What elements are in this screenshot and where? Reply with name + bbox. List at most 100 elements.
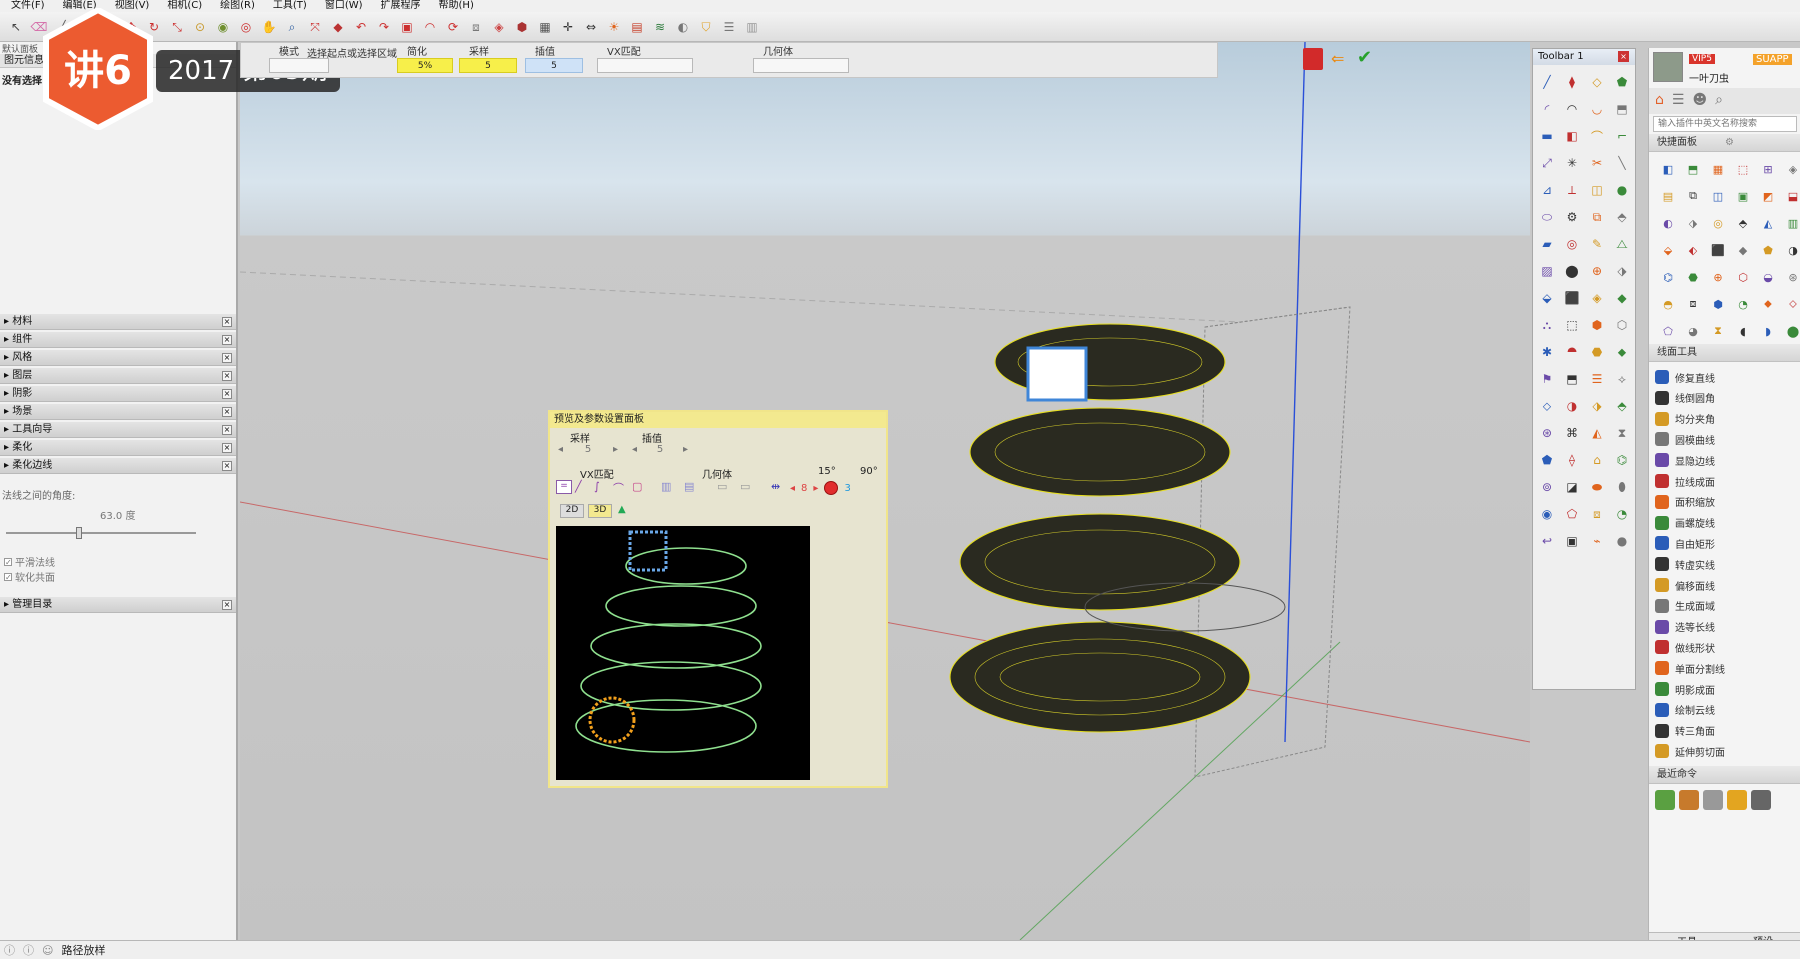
toolbar-1-tool-icon[interactable]: ⬙ xyxy=(1536,287,1558,309)
quick-plugin-icon[interactable]: ⬟ xyxy=(1757,239,1779,261)
tray-row[interactable]: ▸ 工具向导 × xyxy=(0,422,236,438)
line-icon[interactable]: ╱ xyxy=(575,480,591,494)
quick-plugin-icon[interactable]: ⊕ xyxy=(1707,266,1729,288)
axes-icon[interactable]: ✛ xyxy=(558,17,578,37)
plugin-tool-item[interactable]: 偏移面线 xyxy=(1655,574,1795,596)
expand-arrow-icon[interactable]: ▸ xyxy=(4,442,12,453)
close-icon[interactable]: × xyxy=(222,443,232,453)
menu-item[interactable]: 相机(C) xyxy=(158,0,211,12)
toolbar-1-tool-icon[interactable]: ⌐ xyxy=(1611,125,1633,147)
expand-arrow-icon[interactable]: ▸ xyxy=(4,388,12,399)
paint-bucket-icon[interactable]: ◉ xyxy=(213,17,233,37)
grid-b-icon[interactable]: ▤ xyxy=(684,480,704,494)
walk-icon[interactable]: ⇔ xyxy=(581,17,601,37)
gear-icon[interactable]: ⚙ xyxy=(1725,134,1734,152)
quick-plugin-icon[interactable]: ⬡ xyxy=(1732,266,1754,288)
toolbar-1-tool-icon[interactable]: ▣ xyxy=(1561,530,1583,552)
undo-icon[interactable]: ↶ xyxy=(351,17,371,37)
toolbar-1-tool-icon[interactable]: ◫ xyxy=(1586,179,1608,201)
grid-icon[interactable]: ▤ xyxy=(627,17,647,37)
quick-plugin-icon[interactable]: ⬥ xyxy=(1757,293,1779,315)
offset-icon[interactable]: ⧈ xyxy=(466,17,486,37)
expand-arrow-icon[interactable]: ▸ xyxy=(4,406,12,417)
toolbar-1-tool-icon[interactable]: ⚑ xyxy=(1536,368,1558,390)
quick-plugin-icon[interactable]: ▣ xyxy=(1732,185,1754,207)
recent-head[interactable]: 最近命令 xyxy=(1649,766,1800,784)
toolbar-1-tool-icon[interactable]: ⤢ xyxy=(1536,152,1558,174)
user-status-icon[interactable]: ☺ xyxy=(42,944,53,957)
toolbar-1-tool-icon[interactable]: ⟠ xyxy=(1561,449,1583,471)
stepper-left-icon[interactable]: ◂ xyxy=(558,444,563,458)
arc-icon[interactable]: ⌒ xyxy=(613,480,629,495)
orbit-icon[interactable]: ◎ xyxy=(236,17,256,37)
tray-row[interactable]: ▸ 风格 × xyxy=(0,350,236,366)
plugin-tool-item[interactable]: 转三角面 xyxy=(1655,720,1795,742)
quick-plugin-icon[interactable]: ⊞ xyxy=(1757,158,1779,180)
menu-item[interactable]: 窗口(W) xyxy=(316,0,372,12)
quick-plugin-icon[interactable]: ⬘ xyxy=(1732,212,1754,234)
toolbar-1-tool-icon[interactable]: ⌒ xyxy=(1586,125,1608,147)
toolbar-1-tool-icon[interactable]: ▰ xyxy=(1536,233,1558,255)
toolbar-1-tool-icon[interactable]: ⟡ xyxy=(1611,368,1633,390)
quick-plugin-icon[interactable]: ◧ xyxy=(1657,158,1679,180)
toolbar-1-tool-icon[interactable]: ⧗ xyxy=(1611,422,1633,444)
toolbar-1-tool-icon[interactable]: ⬘ xyxy=(1611,206,1633,228)
toolbar-1-tool-icon[interactable]: ⌘ xyxy=(1561,422,1583,444)
toolbar-1-tool-icon[interactable]: ⬭ xyxy=(1536,206,1558,228)
toolbar-1-tool-icon[interactable]: ⬠ xyxy=(1561,503,1583,525)
slider-thumb[interactable] xyxy=(76,527,82,539)
quick-plugin-icon[interactable]: ◫ xyxy=(1707,185,1729,207)
toolbar-1-tool-icon[interactable]: ⌂ xyxy=(1586,449,1608,471)
stepper-right-icon[interactable]: ▸ xyxy=(683,444,688,458)
quick-plugin-icon[interactable]: ⬠ xyxy=(1657,320,1679,342)
plugin-tool-item[interactable]: 面积缩放 xyxy=(1655,491,1795,513)
toolbar-1-tool-icon[interactable]: ⬗ xyxy=(1586,395,1608,417)
toolbar-1-tool-icon[interactable]: ◉ xyxy=(1536,503,1558,525)
toolbar-1-tool-icon[interactable]: ⬬ xyxy=(1586,476,1608,498)
quick-plugin-icon[interactable]: ◩ xyxy=(1757,185,1779,207)
quick-plugin-icon[interactable]: ⬖ xyxy=(1682,239,1704,261)
line-tools-head[interactable]: 线面工具 xyxy=(1649,344,1800,362)
quick-plugin-icon[interactable]: ◓ xyxy=(1657,293,1679,315)
toolbar-1-tool-icon[interactable]: ◜ xyxy=(1536,98,1558,120)
quick-plugin-icon[interactable]: ◕ xyxy=(1682,320,1704,342)
close-icon[interactable]: × xyxy=(222,407,232,417)
plugin-tool-item[interactable]: 显隐边线 xyxy=(1655,449,1795,471)
stepper-left-icon[interactable]: ◂ xyxy=(632,444,637,458)
toolbar-1-tool-icon[interactable]: ◔ xyxy=(1611,503,1633,525)
toolbar-1-tool-icon[interactable]: ▨ xyxy=(1536,260,1558,282)
toolbar-1-tool-icon[interactable]: ✎ xyxy=(1586,233,1608,255)
plugin-search-input[interactable] xyxy=(1653,116,1797,132)
fog-icon[interactable]: ≋ xyxy=(650,17,670,37)
soften-coplanar-checkbox[interactable]: ✓ 软化共面 xyxy=(4,569,55,584)
quick-plugin-icon[interactable]: ⬛ xyxy=(1707,239,1729,261)
grid-a-icon[interactable]: ▥ xyxy=(661,480,681,494)
plugin-tool-item[interactable]: 单面分割线 xyxy=(1655,657,1795,679)
toolbar-1-tool-icon[interactable]: ⛬ xyxy=(1536,314,1558,336)
toolbar-1-tool-icon[interactable]: ◎ xyxy=(1561,233,1583,255)
stepper-left-icon[interactable]: ◂ xyxy=(790,483,795,494)
option-field[interactable] xyxy=(269,58,329,73)
quick-plugin-icon[interactable]: ⊛ xyxy=(1782,266,1800,288)
expand-arrow-icon[interactable]: ▸ xyxy=(4,424,12,435)
quick-plugin-icon[interactable]: ⌬ xyxy=(1657,266,1679,288)
toolbar-1-tool-icon[interactable]: ⬚ xyxy=(1561,314,1583,336)
toolbar-1-tool-icon[interactable]: ⬤ xyxy=(1561,260,1583,282)
recent-tool-icon[interactable] xyxy=(1703,790,1723,810)
quick-plugin-icon[interactable]: ⧈ xyxy=(1682,293,1704,315)
help-icon[interactable]: ⓘ xyxy=(23,942,34,958)
shield-icon[interactable]: ⛉ xyxy=(696,17,716,37)
toolbar-1-tool-icon[interactable]: ☰ xyxy=(1586,368,1608,390)
option-field[interactable]: 5% xyxy=(397,58,453,73)
toolbar-1-tool-icon[interactable]: ◇ xyxy=(1586,71,1608,93)
toolbar-1-tool-icon[interactable]: ⚙ xyxy=(1561,206,1583,228)
toolbar-1-tool-icon[interactable]: ⬡ xyxy=(1611,314,1633,336)
section-plane-icon[interactable]: ◈ xyxy=(489,17,509,37)
toolbar-1-tool-icon[interactable]: ◈ xyxy=(1586,287,1608,309)
info-icon[interactable]: ⓘ xyxy=(4,942,15,958)
toolbar-1-tool-icon[interactable]: ⧫ xyxy=(1561,71,1583,93)
follow-me-icon[interactable]: ⟳ xyxy=(443,17,463,37)
quick-plugin-icon[interactable]: ▦ xyxy=(1707,158,1729,180)
confirm-button[interactable] xyxy=(1303,48,1323,70)
toolbar-1-tool-icon[interactable]: ⌬ xyxy=(1611,449,1633,471)
